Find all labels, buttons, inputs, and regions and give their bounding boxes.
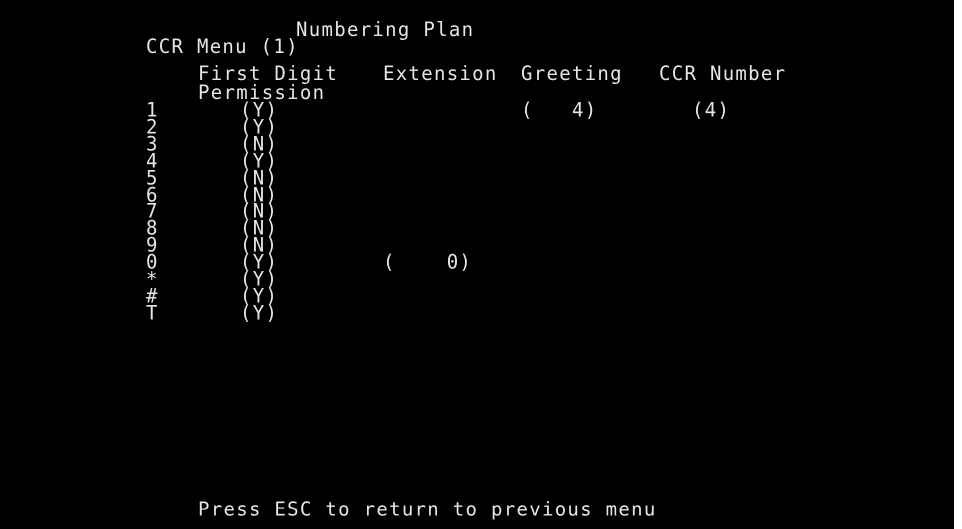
table-row: 3 (N) — [0, 134, 954, 154]
digit-cell: T — [146, 301, 159, 325]
table-row: * (Y) — [0, 269, 954, 289]
terminal-screen: Numbering Plan CCR Menu (1) First Digit … — [0, 0, 962, 529]
table-row: T (Y) — [0, 301, 954, 325]
table-row: 5 (N) — [0, 168, 954, 188]
table-row: 2 (Y) — [0, 117, 954, 137]
column-header-greeting: Greeting — [521, 61, 623, 85]
table-row: 6 (N) — [0, 185, 954, 205]
ccr-number-field[interactable]: (4) — [692, 100, 730, 120]
extension-field[interactable]: ( 0) — [383, 253, 472, 273]
table-row: 4 (Y) — [0, 151, 954, 171]
greeting-field[interactable]: ( 4) — [521, 100, 597, 120]
table-row: 0 (Y)( 0) — [0, 253, 954, 273]
column-header-ccr-number: CCR Number — [659, 61, 787, 85]
permission-field[interactable]: (Y) — [240, 303, 278, 323]
table-row: 1 (Y)( 4) (4) — [0, 100, 954, 120]
table-row: 8 (N) — [0, 219, 954, 239]
table-row: # (Y) — [0, 286, 954, 306]
page-title: Numbering Plan — [296, 17, 475, 41]
table-row: 9 (N) — [0, 236, 954, 256]
menu-label: CCR Menu (1) — [146, 34, 299, 58]
table-row: 7 (N) — [0, 202, 954, 222]
footer-hint: Press ESC to return to previous menu — [198, 497, 657, 521]
column-header-extension: Extension — [383, 61, 498, 85]
